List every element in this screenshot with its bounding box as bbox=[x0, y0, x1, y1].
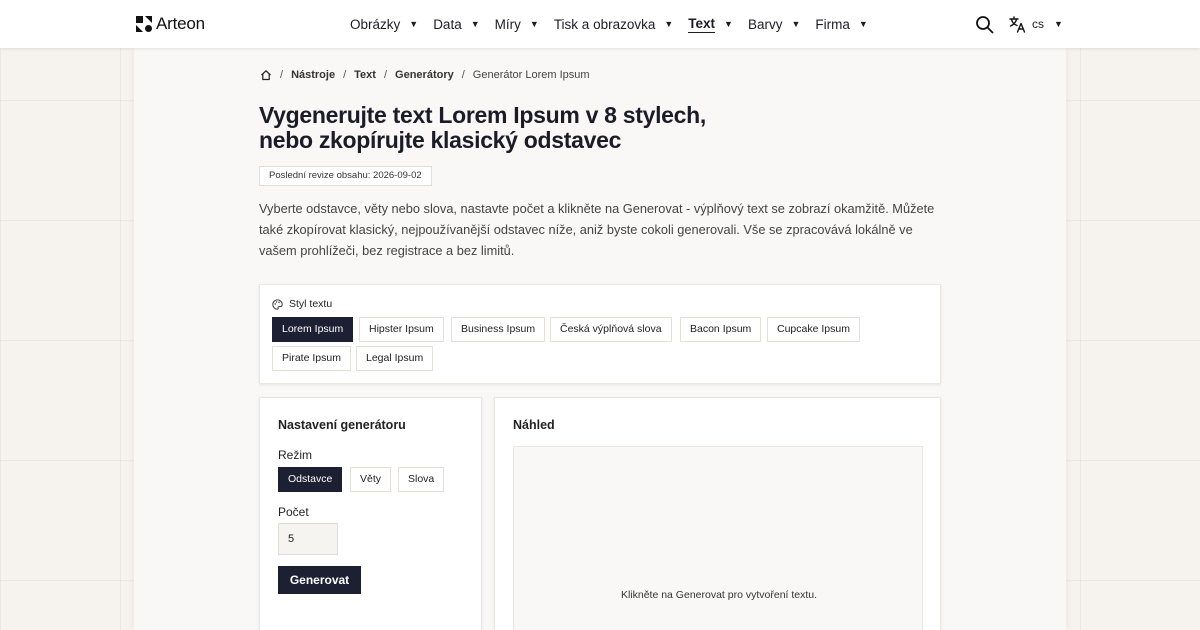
count-label: Počet bbox=[278, 505, 309, 519]
brand-logo[interactable]: Arteon bbox=[136, 14, 205, 34]
revision-badge: Poslední revize obsahu: 2026-09-02 bbox=[259, 166, 432, 186]
intro-text: Vyberte odstavce, věty nebo slova, nasta… bbox=[259, 201, 935, 258]
style-option-pirate-ipsum[interactable]: Pirate Ipsum bbox=[272, 346, 351, 371]
preview-card: Náhled Klikněte na Generovat pro vytvoře… bbox=[494, 397, 941, 630]
style-option-ceska-vyplnova-slova[interactable]: Česká výplňová slova bbox=[550, 317, 672, 342]
breadcrumb-item-text[interactable]: Text bbox=[354, 69, 376, 81]
nav-item-text[interactable]: Text ▼ bbox=[688, 0, 733, 48]
breadcrumb-item-generatory[interactable]: Generátory bbox=[395, 69, 454, 81]
mode-button-odstavce[interactable]: Odstavce bbox=[278, 467, 343, 492]
settings-heading: Nastavení generátoru bbox=[278, 418, 406, 432]
page-title-line-2: nebo zkopírujte klasický odstavec bbox=[259, 127, 622, 153]
nav-item-miry[interactable]: Míry ▼ bbox=[495, 0, 539, 48]
breadcrumb-current: Generátor Lorem Ipsum bbox=[472, 69, 590, 81]
breadcrumb-separator: / bbox=[280, 69, 284, 81]
nav-item-data[interactable]: Data ▼ bbox=[433, 0, 479, 48]
style-option-business-ipsum[interactable]: Business Ipsum bbox=[451, 317, 546, 342]
preview-output-area: Klikněte na Generovat pro vytvoření text… bbox=[513, 446, 923, 630]
page-title-line-1: Vygenerujte text Lorem Ipsum v 8 stylech… bbox=[259, 102, 707, 128]
language-code: cs bbox=[1032, 17, 1044, 31]
count-input[interactable] bbox=[278, 523, 338, 555]
nav-item-firma[interactable]: Firma ▼ bbox=[815, 0, 867, 48]
caret-down-icon: ▼ bbox=[724, 19, 733, 29]
nav-item-tisk-a-obrazovka[interactable]: Tisk a obrazovka ▼ bbox=[554, 0, 673, 48]
translate-icon bbox=[1009, 15, 1026, 33]
preview-heading: Náhled bbox=[513, 418, 555, 432]
main-nav: Obrázky ▼ Data ▼ Míry ▼ Tisk a obrazovka… bbox=[350, 0, 883, 48]
mode-button-slova[interactable]: Slova bbox=[398, 467, 445, 492]
breadcrumb: / Nástroje / Text / Generátory / Generát… bbox=[260, 67, 590, 83]
nav-item-barvy[interactable]: Barvy ▼ bbox=[748, 0, 800, 48]
nav-item-label: Barvy bbox=[747, 16, 783, 32]
preview-empty-message: Klikněte na Generovat pro vytvoření text… bbox=[620, 589, 818, 601]
search-button[interactable] bbox=[975, 15, 994, 34]
breadcrumb-item-nastroje[interactable]: Nástroje bbox=[291, 69, 335, 81]
style-option-legal-ipsum[interactable]: Legal Ipsum bbox=[356, 346, 434, 371]
caret-down-icon: ▼ bbox=[1054, 19, 1063, 29]
style-option-hipster-ipsum[interactable]: Hipster Ipsum bbox=[359, 317, 444, 342]
nav-item-obrazky[interactable]: Obrázky ▼ bbox=[350, 0, 418, 48]
breadcrumb-separator: / bbox=[343, 69, 347, 81]
breadcrumb-separator: / bbox=[383, 69, 388, 81]
search-icon bbox=[976, 16, 994, 34]
breadcrumb-separator: / bbox=[461, 69, 465, 81]
generate-button[interactable]: Generovat bbox=[278, 566, 361, 594]
nav-item-label: Obrázky bbox=[350, 16, 401, 32]
language-switcher[interactable]: cs ▼ bbox=[1009, 14, 1063, 34]
caret-down-icon: ▼ bbox=[529, 19, 539, 29]
caret-down-icon: ▼ bbox=[858, 19, 868, 29]
style-picker-card: Styl textu Lorem Ipsum Hipster Ipsum Bus… bbox=[259, 284, 941, 384]
content-panel: / Nástroje / Text / Generátory / Generát… bbox=[134, 48, 1066, 630]
home-icon[interactable] bbox=[260, 69, 272, 81]
caret-down-icon: ▼ bbox=[470, 19, 480, 29]
mode-button-vety[interactable]: Věty bbox=[350, 467, 392, 492]
nav-item-label: Firma bbox=[815, 16, 850, 32]
brand-mark-icon bbox=[136, 16, 152, 32]
brand-name: Arteon bbox=[156, 14, 205, 33]
caret-down-icon: ▼ bbox=[791, 19, 801, 29]
mode-label: Režim bbox=[278, 448, 313, 462]
caret-down-icon: ▼ bbox=[409, 19, 419, 29]
caret-down-icon: ▼ bbox=[664, 19, 674, 29]
page-title: Vygenerujte text Lorem Ipsum v 8 stylech… bbox=[259, 103, 819, 153]
style-picker-label: Styl textu bbox=[272, 297, 332, 311]
nav-item-label: Tisk a obrazovka bbox=[553, 16, 656, 32]
nav-item-label: Text bbox=[688, 15, 716, 33]
style-option-bacon-ipsum[interactable]: Bacon Ipsum bbox=[680, 317, 762, 342]
nav-item-label: Data bbox=[433, 16, 462, 32]
style-option-cupcake-ipsum[interactable]: Cupcake Ipsum bbox=[767, 317, 860, 342]
top-navigation-bar: Arteon Obrázky ▼ Data ▼ Míry ▼ Tisk a ob… bbox=[0, 0, 1200, 48]
generator-settings-card: Nastavení generátoru Režim Odstavce Věty… bbox=[259, 397, 482, 630]
nav-item-label: Míry bbox=[494, 16, 521, 32]
palette-icon bbox=[272, 298, 283, 310]
style-option-lorem-ipsum[interactable]: Lorem Ipsum bbox=[272, 317, 354, 342]
style-picker-label-text: Styl textu bbox=[289, 298, 333, 310]
